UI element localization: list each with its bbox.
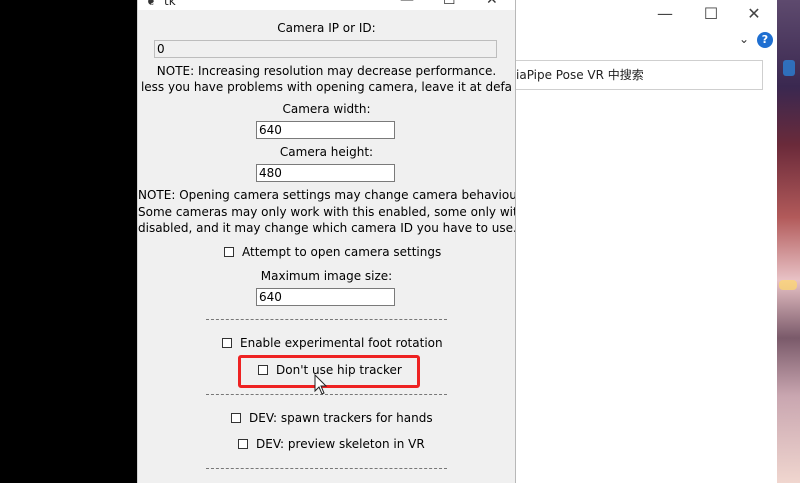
search-text: iaPipe Pose VR 中搜索 xyxy=(516,68,644,82)
camera-settings-checkbox[interactable] xyxy=(224,247,234,257)
camera-settings-label: Attempt to open camera settings xyxy=(242,245,442,259)
camera-ip-input[interactable]: 0 xyxy=(154,40,497,58)
spawn-hands-checkbox[interactable] xyxy=(231,413,241,423)
tk-window: ❦ tk — ☐ ✕ Camera IP or ID: 0 NOTE: Incr… xyxy=(137,0,516,483)
camera-settings-checkbox-row[interactable]: Attempt to open camera settings xyxy=(224,245,441,259)
max-image-size-label: Maximum image size: xyxy=(260,269,393,283)
spawn-hands-checkbox-row[interactable]: DEV: spawn trackers for hands xyxy=(231,411,433,425)
camera-height-label: Camera height: xyxy=(279,145,374,159)
wallpaper-artwork xyxy=(777,0,800,483)
tk-titlebar: ❦ tk — ☐ ✕ xyxy=(138,0,515,10)
close-icon[interactable]: ✕ xyxy=(486,0,498,8)
preview-skeleton-checkbox[interactable] xyxy=(238,439,248,449)
artwork-detail-icon xyxy=(783,60,795,76)
camera-height-input[interactable]: 480 xyxy=(256,164,395,182)
note-settings-line2: Some cameras may only work with this ena… xyxy=(138,205,515,219)
note-resolution-line1: NOTE: Increasing resolution may decrease… xyxy=(156,64,497,78)
mouse-cursor-icon xyxy=(314,373,328,396)
background-titlebar: — ☐ ✕ xyxy=(516,0,777,28)
preview-skeleton-label: DEV: preview skeleton in VR xyxy=(256,437,425,451)
camera-width-label: Camera width: xyxy=(282,102,371,116)
feather-icon: ❦ xyxy=(146,0,157,8)
close-icon[interactable]: ✕ xyxy=(744,4,764,24)
camera-width-input[interactable]: 640 xyxy=(256,121,395,139)
background-window: — ☐ ✕ ⌄ ? iaPipe Pose VR 中搜索 xyxy=(516,0,777,483)
note-resolution-line2: less you have problems with opening came… xyxy=(140,80,513,94)
hip-tracker-label: Don't use hip tracker xyxy=(276,363,402,377)
note-settings-line1: NOTE: Opening camera settings may change… xyxy=(138,188,515,202)
max-image-size-input[interactable]: 640 xyxy=(256,288,395,306)
spawn-hands-label: DEV: spawn trackers for hands xyxy=(249,411,433,425)
help-icon[interactable]: ? xyxy=(757,32,773,48)
background-ribbon-row: ⌄ ? xyxy=(516,28,777,52)
minimize-icon[interactable]: — xyxy=(400,0,414,8)
foot-rotation-label: Enable experimental foot rotation xyxy=(240,336,443,350)
desktop-left-dark-area xyxy=(0,0,137,483)
maximize-icon[interactable]: ☐ xyxy=(443,0,456,8)
foot-rotation-checkbox-row[interactable]: Enable experimental foot rotation xyxy=(222,336,443,350)
artwork-highlight xyxy=(779,280,797,290)
chevron-down-icon[interactable]: ⌄ xyxy=(739,32,749,46)
separator xyxy=(206,468,447,469)
hip-tracker-checkbox-row[interactable]: Don't use hip tracker xyxy=(258,363,402,377)
minimize-icon[interactable]: — xyxy=(655,4,675,24)
tk-window-title: tk xyxy=(164,0,176,8)
separator xyxy=(206,319,447,320)
note-settings-line3: disabled, and it may change which camera… xyxy=(138,221,515,235)
preview-skeleton-checkbox-row[interactable]: DEV: preview skeleton in VR xyxy=(238,437,425,451)
foot-rotation-checkbox[interactable] xyxy=(222,338,232,348)
hip-tracker-checkbox[interactable] xyxy=(258,365,268,375)
camera-ip-label: Camera IP or ID: xyxy=(277,21,376,35)
maximize-icon[interactable]: ☐ xyxy=(701,4,721,24)
search-input[interactable]: iaPipe Pose VR 中搜索 xyxy=(516,60,763,90)
